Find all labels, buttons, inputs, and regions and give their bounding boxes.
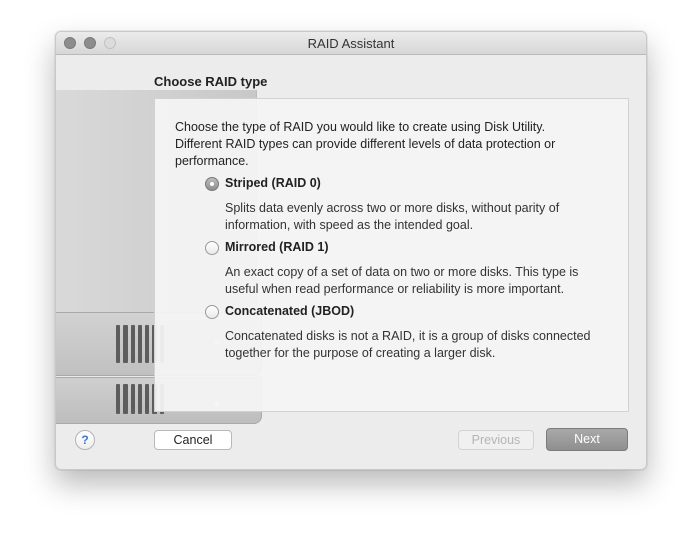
section-title: Choose RAID type <box>154 74 268 89</box>
option-label: Mirrored (RAID 1) <box>225 240 329 254</box>
radio-striped[interactable] <box>205 177 219 191</box>
option-label: Striped (RAID 0) <box>225 176 321 190</box>
question-mark-icon[interactable]: ? <box>75 430 95 450</box>
cancel-button[interactable]: Cancel <box>154 430 232 450</box>
option-label: Concatenated (JBOD) <box>225 304 355 318</box>
next-button[interactable]: Next <box>546 428 628 451</box>
radio-mirrored[interactable] <box>205 241 219 255</box>
title-bar: RAID Assistant <box>56 32 646 55</box>
radio-concatenated[interactable] <box>205 305 219 319</box>
raid-assistant-window: RAID Assistant Choose RAID type Choose t… <box>55 31 647 470</box>
raid-type-panel: Choose the type of RAID you would like t… <box>154 98 629 412</box>
option-description: An exact copy of a set of data on two or… <box>225 265 579 296</box>
description-text: Choose the type of RAID you would like t… <box>175 120 556 168</box>
previous-button[interactable]: Previous <box>458 430 534 450</box>
option-description: Concatenated disks is not a RAID, it is … <box>225 329 591 360</box>
option-description: Splits data evenly across two or more di… <box>225 201 560 232</box>
window-title: RAID Assistant <box>307 36 395 51</box>
